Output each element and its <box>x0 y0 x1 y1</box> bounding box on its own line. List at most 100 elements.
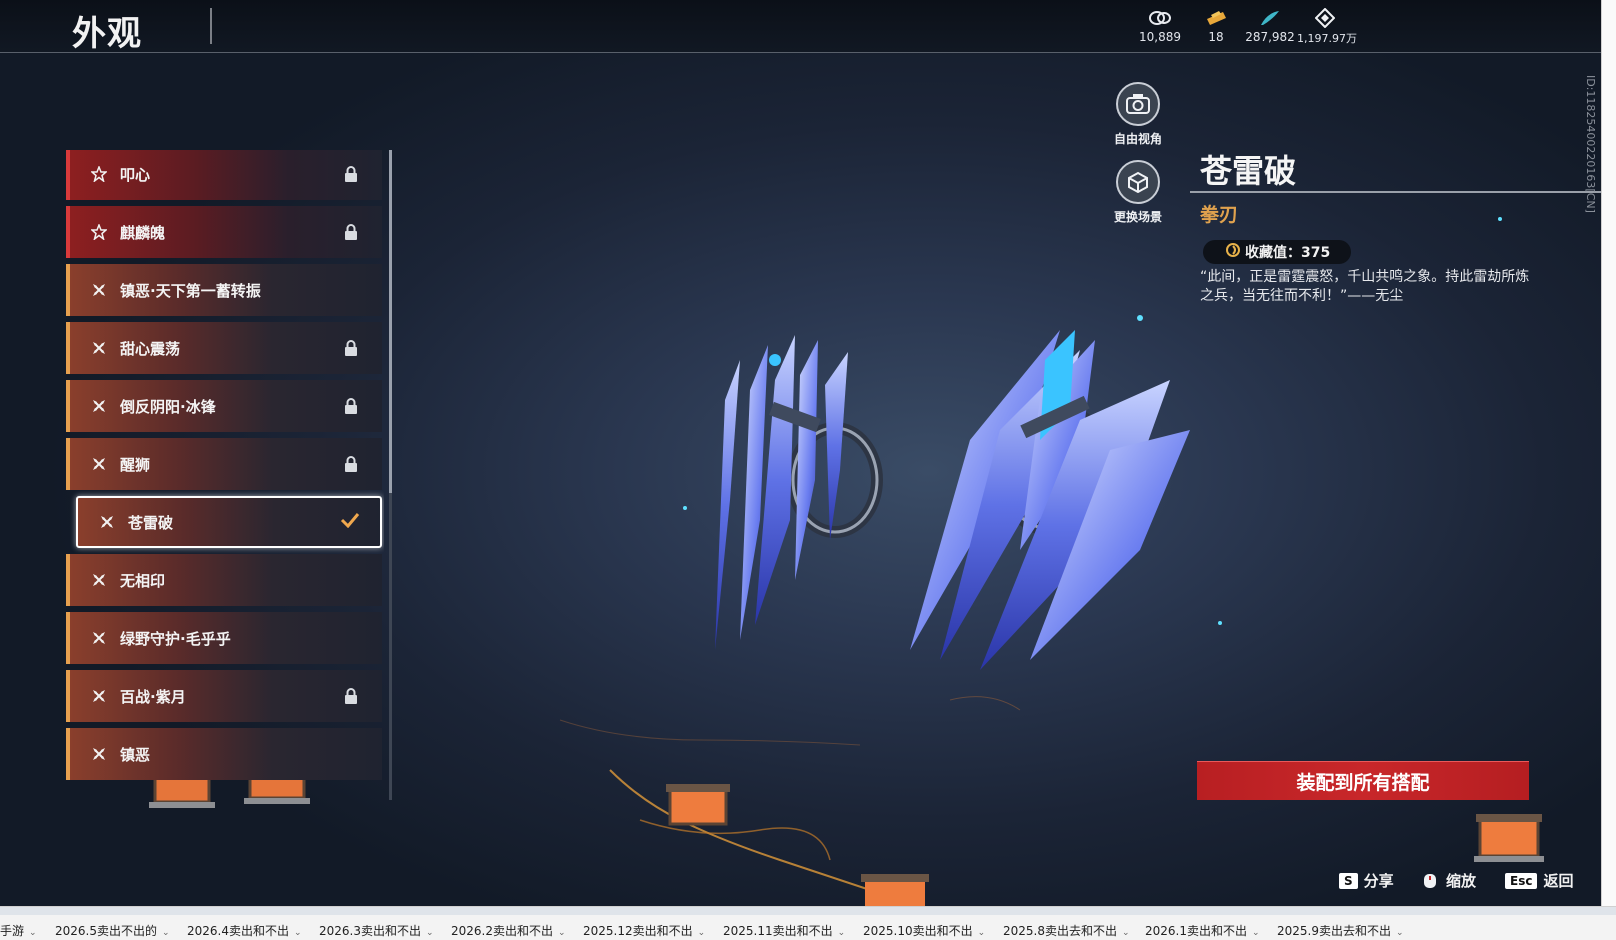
equip-all-button[interactable]: 装配到所有搭配 <box>1197 761 1529 800</box>
star-icon <box>90 165 108 183</box>
sheet-tab[interactable]: 2025.12卖出和不出 ⌄ <box>583 922 705 939</box>
skin-item[interactable]: 镇恶 <box>66 728 382 780</box>
lock-icon <box>344 688 358 704</box>
background-row <box>0 907 1616 915</box>
skin-item[interactable]: 绿野守护·毛乎乎 <box>66 612 382 664</box>
zoom-hint[interactable]: 缩放 <box>1420 870 1476 891</box>
page-title: 外观 <box>72 14 142 54</box>
weapon-quote: “此间，正是雷霆震怒，千山共鸣之象。持此雷劫所炼之兵，当无往而不利！”——无尘 <box>1200 269 1530 304</box>
skin-item-label: 甜心震荡 <box>120 339 181 358</box>
skin-item-label: 镇恶 <box>120 745 151 764</box>
star-icon <box>90 223 108 241</box>
currency-diamond[interactable]: 1,197.97万 <box>1297 8 1357 46</box>
skin-item-label: 叩心 <box>120 165 151 184</box>
sheet-tab-strip: 手游 ⌄ 2026.5卖出不出的 ⌄ 2026.4卖出和不出 ⌄ 2026.3卖出和不出 ⌄ 2… <box>0 906 1616 940</box>
chevron-down-icon: ⌄ <box>29 928 37 938</box>
free-view-button[interactable]: 自由视角 <box>1103 82 1173 147</box>
skin-item[interactable]: 镇恶·天下第一蓄转振 <box>66 264 382 316</box>
sheet-tab[interactable]: 2026.3卖出和不出 ⌄ <box>319 922 434 939</box>
check-icon <box>340 512 360 532</box>
currency-coins[interactable]: 10,889 <box>1133 8 1187 44</box>
weapon-type: 拳刃 <box>1200 204 1239 226</box>
share-label: 分享 <box>1363 872 1394 890</box>
chevron-down-icon: ⌄ <box>558 928 566 938</box>
collect-icon <box>1225 242 1241 262</box>
cross-icon <box>90 629 108 647</box>
cross-icon <box>90 571 108 589</box>
free-view-label: 自由视角 <box>1113 132 1162 146</box>
skin-item[interactable]: 无相印 <box>66 554 382 606</box>
skin-list: 叩心麒麟魄镇恶·天下第一蓄转振 甜心震荡倒反阴阳·冰锋醒狮苍雷破无相印绿野守护·毛… <box>66 150 384 800</box>
cross-icon <box>90 397 108 415</box>
currency-value: 287,982 <box>1245 30 1295 44</box>
cross-icon <box>98 513 116 531</box>
currency-tickets[interactable]: 18 <box>1196 8 1236 44</box>
key-esc: Esc <box>1505 872 1538 889</box>
chevron-down-icon: ⌄ <box>697 928 706 938</box>
sheet-tab[interactable]: 2025.10卖出和不出 ⌄ <box>863 922 985 939</box>
skin-list-scrollbar[interactable] <box>389 150 392 800</box>
name-underline <box>1190 191 1601 193</box>
chevron-down-icon: ⌄ <box>1252 928 1260 938</box>
change-scene-button[interactable]: 更换场景 <box>1103 160 1173 225</box>
sheet-tab[interactable]: 2025.9卖出去和不出 ⌄ <box>1277 922 1404 939</box>
skin-item[interactable]: 苍雷破 <box>76 496 382 548</box>
skin-item[interactable]: 醒狮 <box>66 438 382 490</box>
sheet-tab-label: 手游 <box>0 924 25 938</box>
sheet-tab[interactable]: 2026.4卖出和不出 ⌄ <box>187 922 302 939</box>
sheet-tab[interactable]: 手游 ⌄ <box>0 922 37 939</box>
sheet-tab-label: 2025.12卖出和不出 <box>583 924 693 938</box>
skin-item[interactable]: 叩心 <box>66 150 382 200</box>
sheet-tab-label: 2025.11卖出和不出 <box>723 924 833 938</box>
skin-item-label: 绿野守护·毛乎乎 <box>120 629 231 648</box>
chevron-down-icon: ⌄ <box>294 928 302 938</box>
skin-item[interactable]: 麒麟魄 <box>66 206 382 258</box>
sheet-tab[interactable]: 2025.8卖出去和不出 ⌄ <box>1003 922 1130 939</box>
lantern <box>666 784 730 826</box>
skin-item-label: 倒反阴阳·冰锋 <box>120 397 216 416</box>
sheet-tab[interactable]: 2025.11卖出和不出 ⌄ <box>723 922 845 939</box>
skin-item-label: 镇恶·天下第一蓄转振 <box>120 281 261 300</box>
sheet-tab-label: 2026.5卖出不出的 <box>55 924 157 938</box>
weapon-name: 苍雷破 <box>1200 152 1297 190</box>
skin-item[interactable]: 倒反阴阳·冰锋 <box>66 380 382 432</box>
back-label: 返回 <box>1543 872 1574 890</box>
skin-item[interactable]: 甜心震荡 <box>66 322 382 374</box>
lock-icon <box>344 398 358 414</box>
cross-icon <box>90 745 108 763</box>
currency-feather[interactable]: 287,982 <box>1244 8 1296 44</box>
player-id: ID:11825400220163[CN] <box>1584 75 1597 213</box>
sheet-tab-label: 2026.2卖出和不出 <box>451 924 553 938</box>
chevron-down-icon: ⌄ <box>977 928 986 938</box>
sheet-tab[interactable]: 2026.5卖出不出的 ⌄ <box>55 922 170 939</box>
top-bar: 外观 10,889 18 287,982 1,197.97万 <box>0 0 1601 54</box>
chevron-down-icon: ⌄ <box>162 928 170 938</box>
sheet-tab[interactable]: 2026.2卖出和不出 ⌄ <box>451 922 566 939</box>
back-hint[interactable]: Esc 返回 <box>1505 870 1573 891</box>
lantern <box>1474 814 1544 862</box>
skin-item-label: 苍雷破 <box>128 513 174 532</box>
skin-item[interactable]: 百战·紫月 <box>66 670 382 722</box>
skin-item-label: 无相印 <box>120 571 166 590</box>
feather-icon <box>1244 8 1296 28</box>
lock-icon <box>344 224 358 240</box>
ticket-icon <box>1196 8 1236 28</box>
collect-value-badge: 收藏值：375 <box>1203 240 1351 264</box>
scrollbar-thumb[interactable] <box>389 150 392 493</box>
cross-icon <box>90 339 108 357</box>
sheet-tab[interactable]: 2026.1卖出和不出 ⌄ <box>1145 922 1260 939</box>
chevron-down-icon: ⌄ <box>1122 928 1130 938</box>
lock-icon <box>344 340 358 356</box>
camera-icon <box>1116 82 1160 126</box>
title-divider <box>210 8 212 44</box>
game-scene: 外观 10,889 18 287,982 1,197.97万 叩心 麒麟魄 镇恶… <box>0 0 1601 906</box>
collect-value-text: 收藏值：375 <box>1245 245 1331 261</box>
cube-icon <box>1116 160 1160 204</box>
coin-stack-icon <box>1133 8 1187 28</box>
currency-value: 18 <box>1208 30 1224 44</box>
change-scene-label: 更换场景 <box>1113 210 1162 224</box>
sheet-tab-label: 2025.10卖出和不出 <box>863 924 973 938</box>
sheet-tab-label: 2026.3卖出和不出 <box>319 924 421 938</box>
share-hint[interactable]: S 分享 <box>1339 870 1394 891</box>
mouse-icon <box>1420 873 1440 889</box>
